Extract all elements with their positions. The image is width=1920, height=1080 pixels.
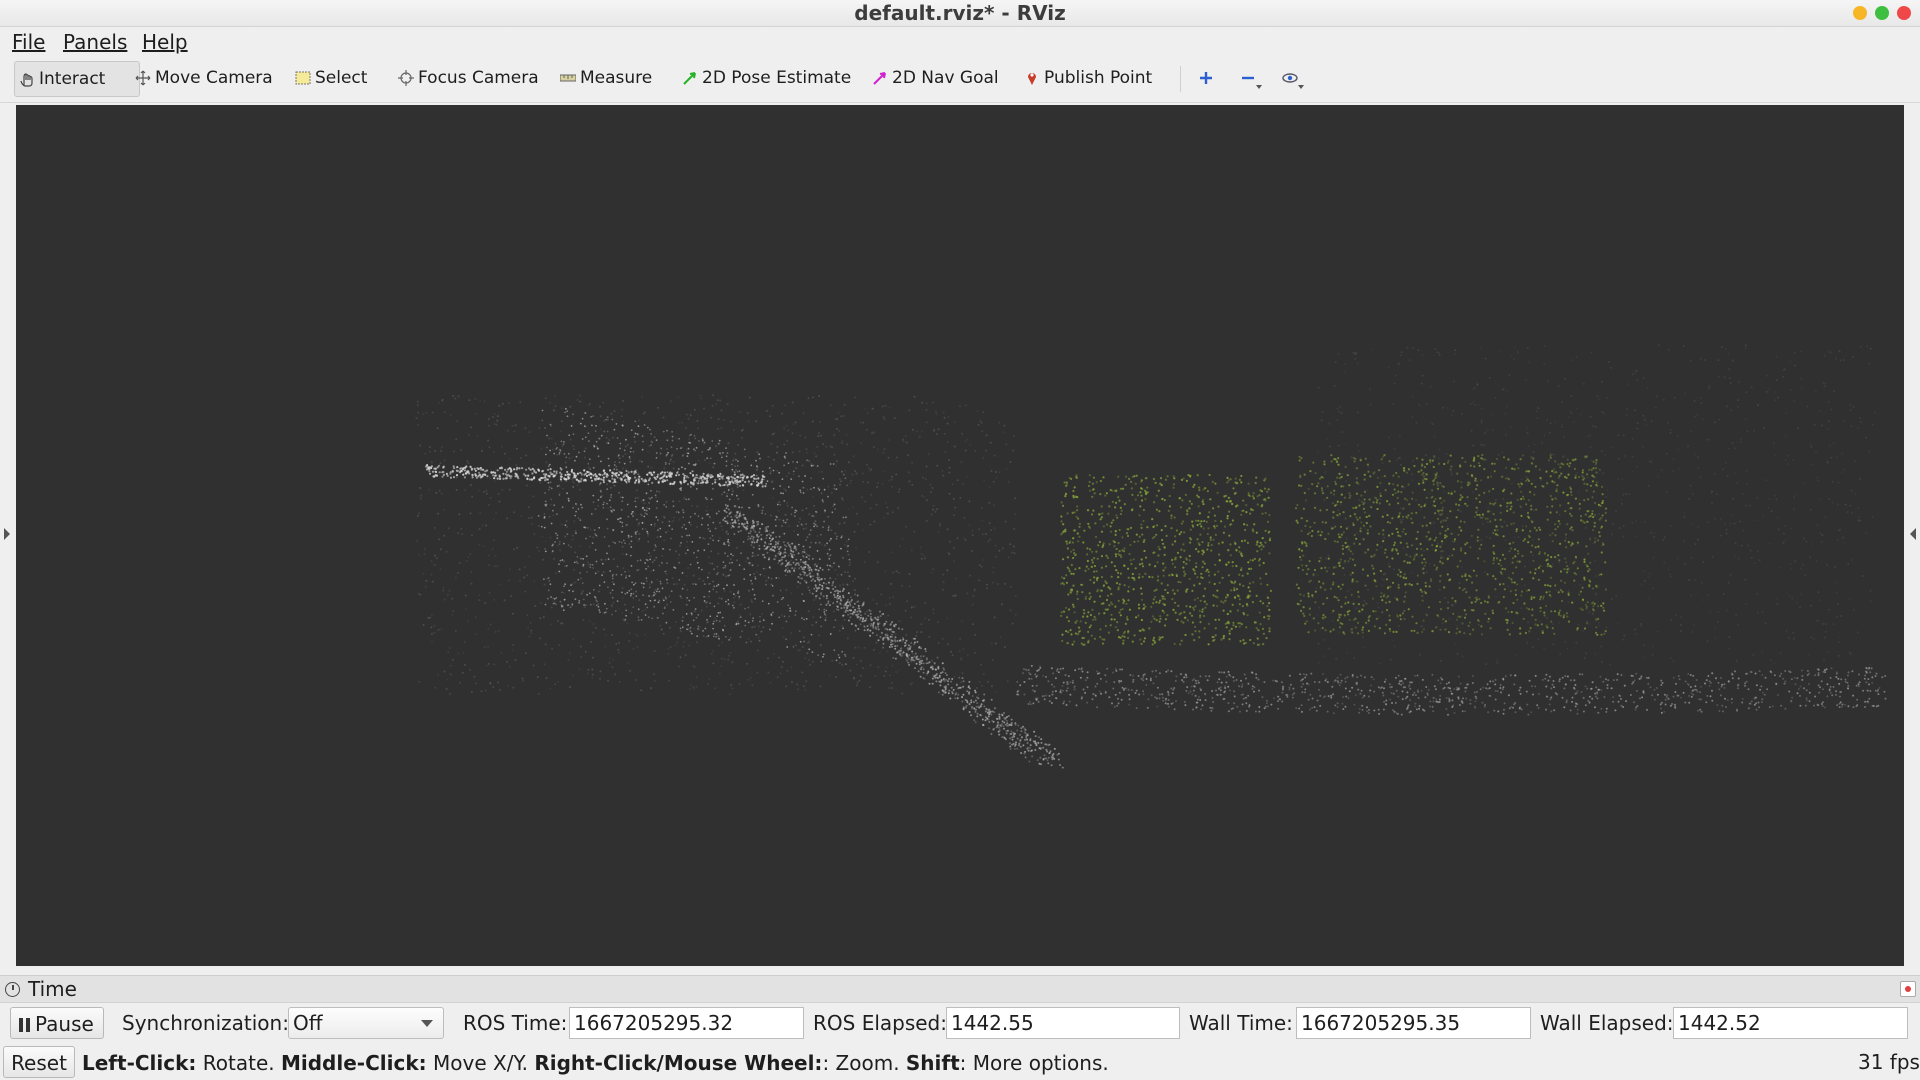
window-title: default.rviz* - RViz	[854, 1, 1066, 25]
tool-focus-camera-label: Focus Camera	[418, 68, 539, 88]
wall-elapsed-field[interactable]: 1442.52	[1673, 1007, 1908, 1039]
3d-viewport[interactable]	[16, 105, 1904, 966]
time-panel-header: Time	[0, 975, 1920, 1003]
magenta-arrow-icon	[872, 70, 888, 86]
tool-move-camera[interactable]: Move Camera	[135, 61, 273, 95]
menu-file[interactable]: File	[12, 29, 45, 55]
chevron-down-icon	[421, 1020, 433, 1027]
tool-measure[interactable]: Measure	[559, 61, 653, 95]
hint-shift-action: : More options.	[959, 1051, 1109, 1075]
status-bar: Reset Left-Click: Rotate. Middle-Click: …	[0, 1044, 1920, 1080]
tool-move-camera-label: Move Camera	[155, 68, 273, 88]
panel-close-button[interactable]	[1900, 981, 1916, 997]
hand-icon	[19, 71, 35, 87]
hint-left-action: Rotate.	[196, 1051, 281, 1075]
close-window-button[interactable]	[1897, 6, 1911, 20]
remove-tool-button[interactable]	[1234, 64, 1264, 92]
minus-icon	[1242, 76, 1262, 89]
ros-elapsed-label: ROS Elapsed:	[813, 1011, 947, 1035]
plus-icon	[1200, 72, 1212, 84]
hint-right-click: Right-Click/Mouse Wheel:	[534, 1051, 823, 1075]
tool-interact[interactable]: Interact	[14, 61, 140, 97]
tool-publish-point[interactable]: Publish Point	[1024, 61, 1152, 95]
reset-label: Reset	[11, 1051, 67, 1075]
point-cluster	[1315, 344, 1877, 666]
point-cloud	[415, 344, 1887, 769]
tool-select-label: Select	[315, 68, 368, 88]
move-arrows-icon	[135, 70, 151, 86]
chevron-right-icon	[4, 528, 10, 540]
menu-panels-label: Panels	[63, 30, 128, 54]
hint-middle-click: Middle-Click:	[280, 1051, 427, 1075]
status-hint: Left-Click: Rotate. Middle-Click: Move X…	[82, 1050, 1109, 1076]
tool-focus-camera[interactable]: Focus Camera	[398, 61, 539, 95]
menubar: File Panels Help	[0, 27, 1920, 55]
ros-time-label: ROS Time:	[463, 1011, 568, 1035]
clock-icon	[5, 982, 20, 997]
point-cluster	[1294, 453, 1608, 636]
time-panel-title: Time	[28, 977, 77, 1001]
pause-label: Pause	[35, 1012, 94, 1036]
hint-middle-action: Move X/Y.	[426, 1051, 535, 1075]
tools-toolbar: Interact Move Camera Select Focus Camera…	[0, 56, 1920, 103]
tool-2d-pose-estimate[interactable]: 2D Pose Estimate	[682, 61, 851, 95]
wall-time-label: Wall Time:	[1189, 1011, 1293, 1035]
wall-time-field[interactable]: 1667205295.35	[1296, 1007, 1531, 1039]
chevron-left-icon	[1910, 528, 1916, 540]
point-cluster	[1060, 473, 1272, 647]
point-cluster	[1016, 664, 1887, 716]
add-tool-button[interactable]	[1192, 64, 1222, 92]
render-area	[0, 103, 1920, 969]
hint-shift: Shift	[905, 1051, 960, 1075]
fps-counter: 31 fps	[1858, 1050, 1920, 1074]
minimize-button[interactable]	[1853, 6, 1867, 20]
tool-2d-nav-goal-label: 2D Nav Goal	[892, 68, 999, 88]
ruler-icon	[559, 70, 577, 86]
tool-measure-label: Measure	[580, 68, 653, 88]
window-titlebar: default.rviz* - RViz	[0, 0, 1920, 27]
right-dock-toggle[interactable]	[1906, 103, 1920, 969]
point-cluster	[537, 408, 857, 665]
hint-right-action: : Zoom.	[822, 1051, 906, 1075]
tool-select[interactable]: Select	[295, 61, 367, 95]
map-pin-icon	[1024, 70, 1040, 86]
green-arrow-icon	[682, 70, 698, 86]
wall-elapsed-label: Wall Elapsed:	[1540, 1011, 1674, 1035]
select-box-icon	[295, 70, 311, 86]
maximize-button[interactable]	[1875, 6, 1889, 20]
menu-panels[interactable]: Panels	[63, 29, 127, 55]
ros-elapsed-field[interactable]: 1442.55	[946, 1007, 1180, 1039]
sync-label: Synchronization:	[122, 1011, 289, 1035]
eye-icon	[1282, 73, 1304, 89]
sync-select[interactable]: Off	[288, 1007, 444, 1039]
tool-publish-point-label: Publish Point	[1044, 68, 1153, 88]
point-cluster	[425, 464, 767, 488]
hint-left-click: Left-Click:	[82, 1051, 197, 1075]
point-cluster	[715, 506, 1064, 769]
tool-interact-label: Interact	[39, 69, 106, 89]
view-options-button[interactable]	[1276, 64, 1306, 92]
pause-icon	[19, 1018, 31, 1032]
menu-file-label: File	[12, 30, 46, 54]
toolbar-separator	[1180, 66, 1181, 92]
pause-button[interactable]: Pause	[10, 1007, 104, 1039]
reset-button[interactable]: Reset	[3, 1046, 75, 1078]
ros-time-field[interactable]: 1667205295.32	[569, 1007, 804, 1039]
tool-2d-pose-estimate-label: 2D Pose Estimate	[702, 68, 852, 88]
tool-2d-nav-goal[interactable]: 2D Nav Goal	[872, 61, 999, 95]
left-dock-toggle[interactable]	[0, 103, 14, 969]
menu-help[interactable]: Help	[142, 29, 188, 55]
time-panel: Pause Synchronization: Off ROS Time: 166…	[0, 1004, 1920, 1042]
menu-help-label: Help	[142, 30, 188, 54]
crosshair-icon	[398, 70, 414, 86]
sync-value: Off	[293, 1011, 323, 1035]
